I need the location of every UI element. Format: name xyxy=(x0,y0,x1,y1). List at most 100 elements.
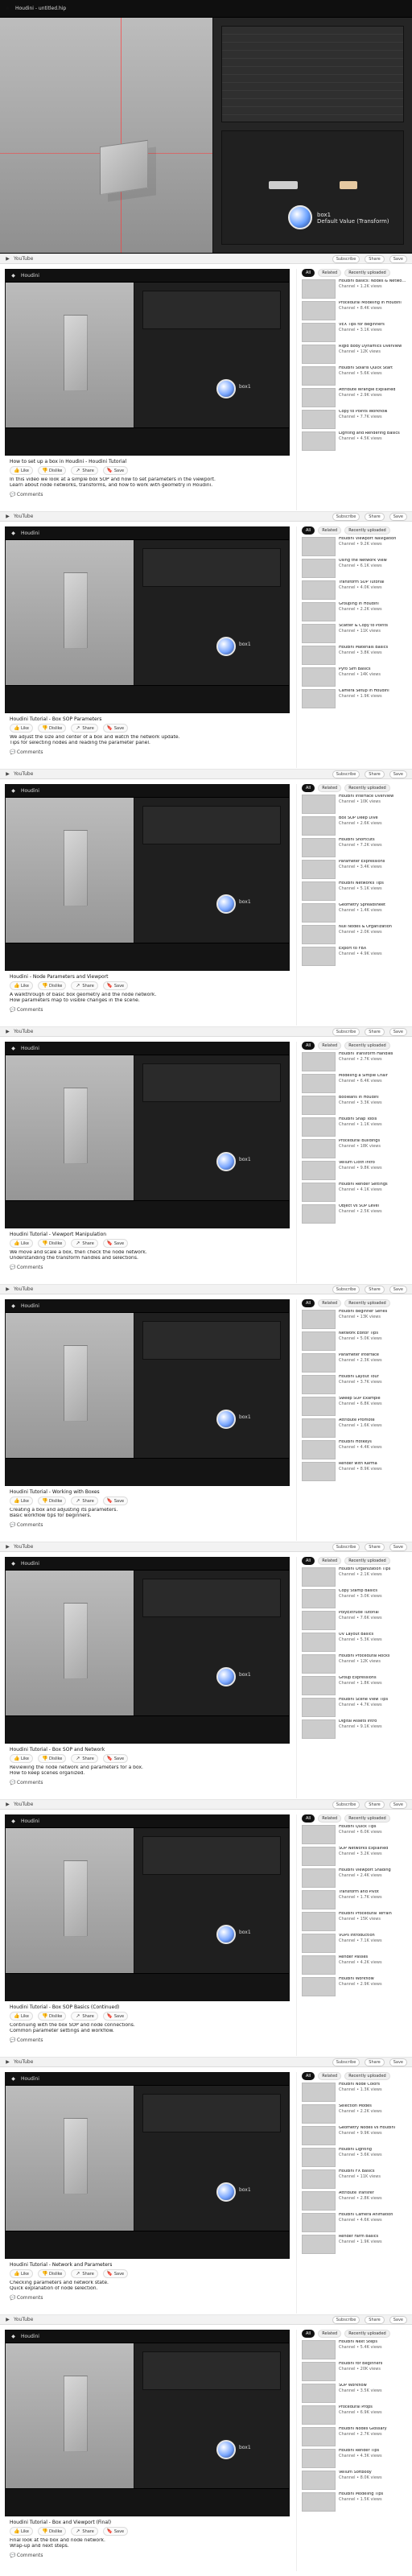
recommendation-item[interactable]: SOP Workflow Channel • 3.5K views xyxy=(302,2384,407,2403)
recommendation-item[interactable]: Houdini Modeling Tips Channel • 1.5K view… xyxy=(302,2492,407,2512)
video-player[interactable]: ◆ Houdini box1 xyxy=(5,1814,290,2001)
share-action[interactable]: ↗ Share xyxy=(71,1239,98,1248)
subscribe-button[interactable]: Subscribe xyxy=(332,512,360,521)
recommendation-item[interactable]: Houdini Next Steps Channel • 5.4K views xyxy=(302,2340,407,2359)
recommendation-item[interactable]: Houdini FX Basics Channel • 11K views xyxy=(302,2169,407,2189)
recommendation-item[interactable]: Houdini Camera Animation Channel • 4.6K v… xyxy=(302,2213,407,2232)
dislike-button[interactable]: 👎 Dislike xyxy=(37,2012,67,2021)
recommendation-item[interactable]: Selection Modes Channel • 2.2K views xyxy=(302,2104,407,2124)
recommendation-tab[interactable]: Recently uploaded xyxy=(344,1042,390,1050)
recommendation-item[interactable]: Houdini Viewport Navigation Channel • 9.2… xyxy=(302,537,407,556)
recommendation-item[interactable]: Lighting and Rendering Basics Channel • 4… xyxy=(302,431,407,451)
share-action[interactable]: ↗ Share xyxy=(71,1496,98,1505)
recommendation-item[interactable]: Houdini Basics: Nodes & Networks Channel … xyxy=(302,279,407,299)
recommendation-item[interactable]: Object vs SOP Level Channel • 2.5K views xyxy=(302,1204,407,1224)
pillar-geometry[interactable] xyxy=(64,2376,88,2452)
video-controls[interactable] xyxy=(6,1458,289,1485)
video-player[interactable]: ◆ Houdini box1 xyxy=(5,784,290,971)
video-parameters[interactable] xyxy=(142,1321,281,1360)
box-node[interactable] xyxy=(216,894,236,914)
share-action[interactable]: ↗ Share xyxy=(71,981,98,990)
save-button[interactable]: Save xyxy=(389,1285,407,1294)
video-parameters[interactable] xyxy=(142,2094,281,2132)
recommendation-item[interactable]: Houdini Procedural Rocks Channel • 12K vi… xyxy=(302,1654,407,1674)
recommendation-item[interactable]: Attribute Promote Channel • 1.6K views xyxy=(302,1418,407,1438)
save-action[interactable]: 🔖 Save xyxy=(102,1496,129,1505)
recommendation-tab[interactable]: Related xyxy=(318,1557,342,1565)
recommendation-item[interactable]: Copy to Points Workflow Channel • 7.7K vi… xyxy=(302,410,407,429)
like-button[interactable]: 👍 Like xyxy=(10,466,33,475)
recommendation-item[interactable]: Houdini Procedural Terrain Channel • 15K … xyxy=(302,1912,407,1931)
share-button[interactable]: Share xyxy=(365,1800,385,1809)
share-action[interactable]: ↗ Share xyxy=(71,2527,98,2536)
recommendation-item[interactable]: Procedural Modeling in Houdini Channel • … xyxy=(302,301,407,320)
pillar-geometry[interactable] xyxy=(64,315,88,391)
box-node[interactable] xyxy=(216,2182,236,2202)
video-parameters[interactable] xyxy=(142,806,281,844)
video-player[interactable]: ◆ Houdini box1 xyxy=(5,526,290,713)
recommendation-item[interactable]: Houdini Hotkeys Channel • 4.4K views xyxy=(302,1440,407,1459)
share-button[interactable]: Share xyxy=(365,1027,385,1036)
pillar-geometry[interactable] xyxy=(64,572,88,649)
share-action[interactable]: ↗ Share xyxy=(71,2012,98,2021)
subscribe-button[interactable]: Subscribe xyxy=(332,2058,360,2066)
recommendation-item[interactable]: Digital Assets Intro Channel • 9.1K views xyxy=(302,1719,407,1739)
box-node[interactable] xyxy=(288,205,312,229)
recommendation-item[interactable]: Houdini Networks Tips Channel • 5.1K view… xyxy=(302,881,407,901)
pillar-geometry[interactable] xyxy=(64,2118,88,2194)
dislike-button[interactable]: 👎 Dislike xyxy=(37,1239,67,1248)
recommendation-item[interactable]: Houdini Beginner Series Channel • 13K vie… xyxy=(302,1310,407,1329)
recommendation-tab[interactable]: Recently uploaded xyxy=(344,269,390,277)
recommendation-item[interactable]: UV Layout Basics Channel • 5.3K views xyxy=(302,1633,407,1652)
video-player[interactable]: ◆ Houdini box1 xyxy=(5,1557,290,1744)
recommendation-tab[interactable]: All xyxy=(302,1814,315,1823)
save-action[interactable]: 🔖 Save xyxy=(102,466,129,475)
video-controls[interactable] xyxy=(6,427,289,455)
share-button[interactable]: Share xyxy=(365,2058,385,2066)
box-node[interactable] xyxy=(216,1152,236,1171)
video-player[interactable]: ◆ Houdini box1 xyxy=(5,1042,290,1228)
recommendation-tab[interactable]: All xyxy=(302,1299,315,1307)
recommendation-item[interactable]: Vellum Softbody Channel • 8.0K views xyxy=(302,2471,407,2490)
recommendation-tab[interactable]: All xyxy=(302,784,315,792)
save-action[interactable]: 🔖 Save xyxy=(102,981,129,990)
recommendation-item[interactable]: Render with Karma Channel • 8.9K views xyxy=(302,1462,407,1481)
recommendation-item[interactable]: Houdini Render Settings Channel • 4.1K vi… xyxy=(302,1183,407,1202)
recommendation-item[interactable]: Houdini Snap Tools Channel • 1.1K views xyxy=(302,1117,407,1137)
subscribe-button[interactable]: Subscribe xyxy=(332,254,360,263)
recommendation-item[interactable]: Modeling a Simple Chair Channel • 6.4K vi… xyxy=(302,1074,407,1093)
video-player[interactable]: ◆ Houdini box1 xyxy=(5,2072,290,2259)
like-button[interactable]: 👍 Like xyxy=(10,1239,33,1248)
recommendation-item[interactable]: Houdini Lighting Channel • 3.6K views xyxy=(302,2148,407,2167)
dislike-button[interactable]: 👎 Dislike xyxy=(37,724,67,733)
like-button[interactable]: 👍 Like xyxy=(10,2012,33,2021)
network-view[interactable]: box1 Default Value (Transform) xyxy=(221,130,404,245)
recommendation-item[interactable]: VEX Tips for Beginners Channel • 3.1K vie… xyxy=(302,323,407,342)
recommendation-tab[interactable]: Related xyxy=(318,784,342,792)
share-button[interactable]: Share xyxy=(365,254,385,263)
save-button[interactable]: Save xyxy=(389,1542,407,1551)
save-button[interactable]: Save xyxy=(389,512,407,521)
recommendation-tab[interactable]: Related xyxy=(318,269,342,277)
subscribe-button[interactable]: Subscribe xyxy=(332,770,360,778)
recommendation-item[interactable]: Grouping in Houdini Channel • 2.2K views xyxy=(302,602,407,621)
recommendation-item[interactable]: SOP Networks Explained Channel • 3.2K vie… xyxy=(302,1847,407,1866)
recommendation-item[interactable]: Geometry Nodes vs Houdini Channel • 9.9K … xyxy=(302,2126,407,2145)
video-controls[interactable] xyxy=(6,1200,289,1228)
recommendation-item[interactable]: Houdini Viewport Shading Channel • 2.4K v… xyxy=(302,1868,407,1888)
video-parameters[interactable] xyxy=(142,1063,281,1102)
recommendation-item[interactable]: Houdini for Beginners Channel • 20K views xyxy=(302,2362,407,2381)
pillar-geometry[interactable] xyxy=(64,1860,88,1937)
subscribe-button[interactable]: Subscribe xyxy=(332,1542,360,1551)
save-button[interactable]: Save xyxy=(389,1027,407,1036)
recommendation-item[interactable]: Houdini Nodes Glossary Channel • 2.7K vie… xyxy=(302,2427,407,2446)
video-player[interactable]: ◆ Houdini box1 xyxy=(5,1299,290,1486)
subscribe-button[interactable]: Subscribe xyxy=(332,2315,360,2324)
recommendation-tab[interactable]: Related xyxy=(318,2072,342,2080)
dislike-button[interactable]: 👎 Dislike xyxy=(37,2527,67,2536)
recommendation-item[interactable]: Render Farm Basics Channel • 1.9K views xyxy=(302,2235,407,2254)
recommendation-item[interactable]: Procedural Props Channel • 6.9K views xyxy=(302,2405,407,2425)
recommendation-tab[interactable]: Recently uploaded xyxy=(344,2330,390,2338)
like-button[interactable]: 👍 Like xyxy=(10,2527,33,2536)
recommendation-item[interactable]: Pyro Sim Basics Channel • 14K views xyxy=(302,667,407,687)
